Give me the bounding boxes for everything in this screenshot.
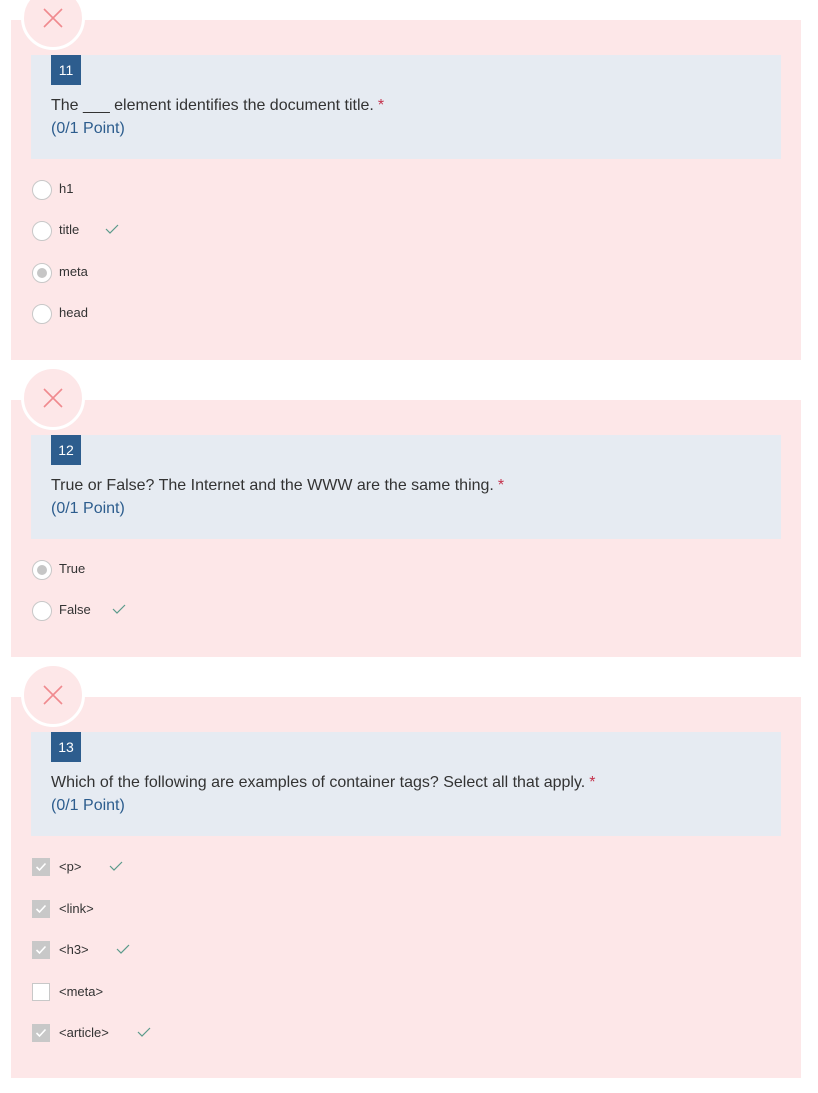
incorrect-status-icon xyxy=(21,366,85,430)
radio-button[interactable] xyxy=(32,304,52,324)
required-marker: * xyxy=(497,477,505,494)
checkbox-checked[interactable] xyxy=(32,941,50,959)
close-icon xyxy=(43,685,63,705)
checkbox-checked[interactable] xyxy=(32,900,50,918)
question-header: 12 True or False? The Internet and the W… xyxy=(31,435,781,539)
radio-button-selected[interactable] xyxy=(32,560,52,580)
radio-button-selected[interactable] xyxy=(32,263,52,283)
incorrect-status-icon xyxy=(21,663,85,727)
radio-button[interactable] xyxy=(32,221,52,241)
question-points: (0/1 Point) xyxy=(51,120,125,137)
question-card-13: 13 Which of the following are examples o… xyxy=(11,697,801,1078)
correct-check-icon xyxy=(116,944,130,954)
question-header: 11 The ___ element identifies the docume… xyxy=(31,55,781,159)
question-points: (0/1 Point) xyxy=(51,500,125,517)
question-number-badge: 12 xyxy=(51,435,81,465)
question-card-11: 11 The ___ element identifies the docume… xyxy=(11,20,801,360)
correct-check-icon xyxy=(137,1027,151,1037)
radio-button[interactable] xyxy=(32,180,52,200)
correct-check-icon xyxy=(112,604,126,614)
question-number-badge: 13 xyxy=(51,732,81,762)
correct-check-icon xyxy=(105,224,119,234)
question-points: (0/1 Point) xyxy=(51,797,125,814)
question-number-badge: 11 xyxy=(51,55,81,85)
checkbox[interactable] xyxy=(32,983,50,1001)
question-text: Which of the following are examples of c… xyxy=(51,774,596,791)
question-header: 13 Which of the following are examples o… xyxy=(31,732,781,836)
close-icon xyxy=(43,388,63,408)
question-text: True or False? The Internet and the WWW … xyxy=(51,477,505,494)
radio-button[interactable] xyxy=(32,601,52,621)
question-text: The ___ element identifies the document … xyxy=(51,97,385,114)
checkbox-checked[interactable] xyxy=(32,1024,50,1042)
required-marker: * xyxy=(377,97,385,114)
correct-check-icon xyxy=(109,861,123,871)
required-marker: * xyxy=(589,774,596,791)
question-card-12: 12 True or False? The Internet and the W… xyxy=(11,400,801,657)
checkbox-checked[interactable] xyxy=(32,858,50,876)
close-icon xyxy=(43,8,63,28)
